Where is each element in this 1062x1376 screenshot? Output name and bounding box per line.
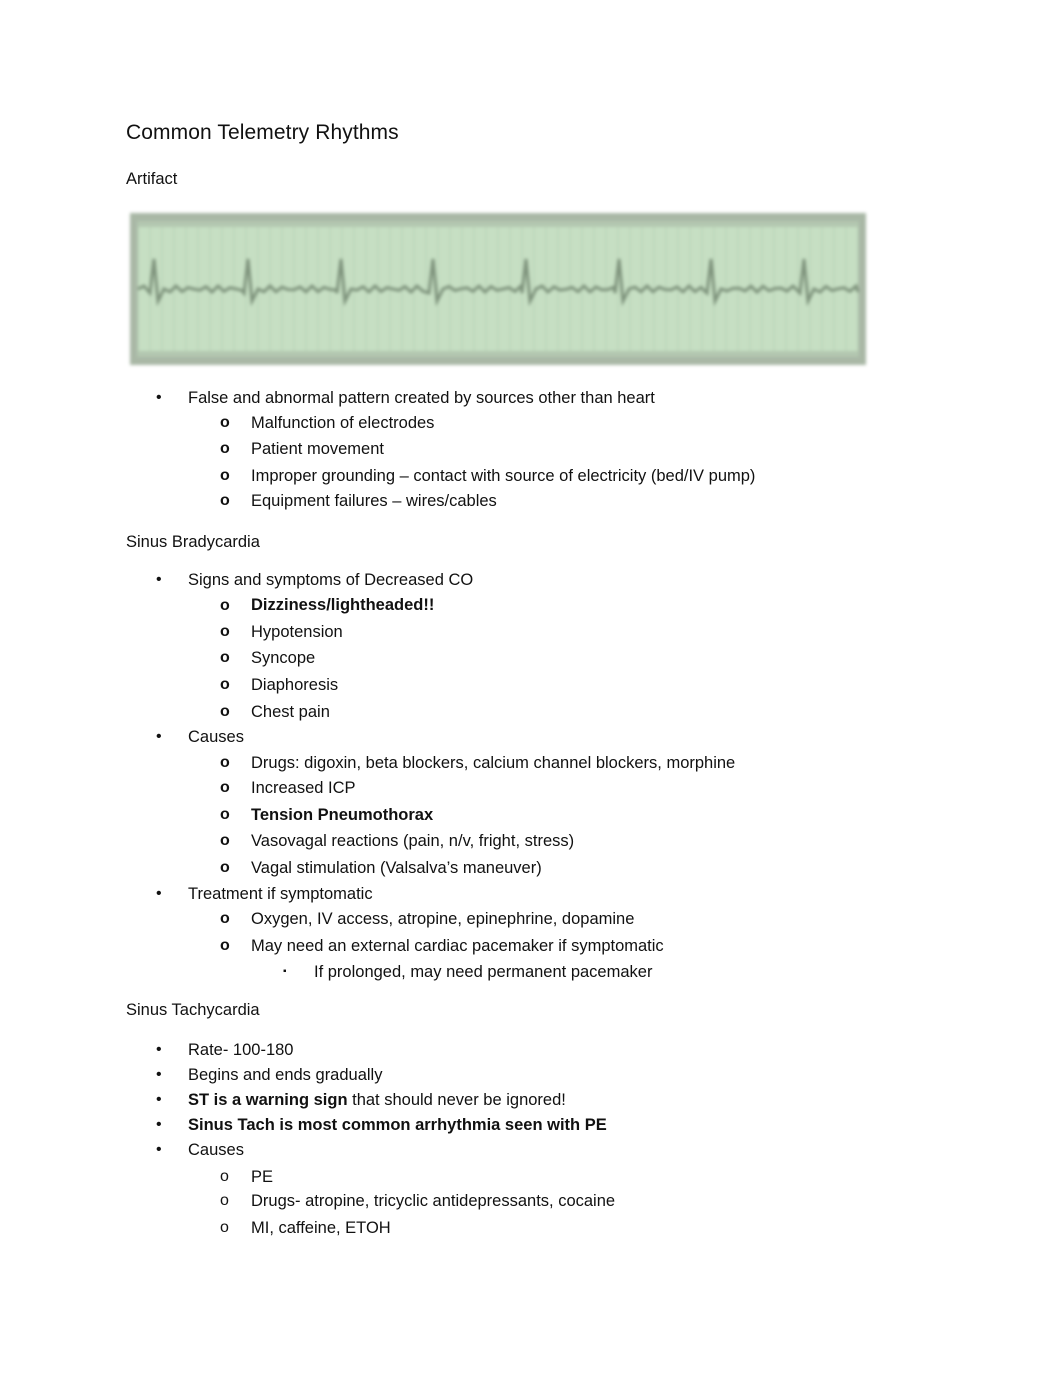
bullet-o-icon: o [220,467,230,484]
list-item: Improper grounding – contact with source… [251,467,756,485]
bullet-o-icon: o [220,623,230,640]
bullet-o-icon: o [220,1168,229,1185]
list-item: Treatment if symptomatic [188,885,373,903]
bold-text: ST is a warning sign [188,1091,348,1109]
bullet-o-icon: o [220,649,230,666]
bullet-o-icon: o [220,676,230,693]
section-heading-sinus-tachycardia: Sinus Tachycardia [126,1001,260,1019]
bullet-o-icon: o [220,440,230,457]
list-item: MI, caffeine, ETOH [251,1219,391,1237]
document-title: Common Telemetry Rhythms [126,121,399,144]
list-item: Dizziness/lightheaded!! [251,596,435,614]
list-item: Patient movement [251,440,384,458]
ecg-bottom-band [138,351,858,357]
list-item: Chest pain [251,703,330,721]
bullet-o-icon: o [220,754,230,771]
bullet-square-icon: ▪ [283,966,287,977]
list-item: False and abnormal pattern created by so… [188,389,655,407]
list-item: Vasovagal reactions (pain, n/v, fright, … [251,832,575,850]
list-item: Syncope [251,649,316,667]
list-item: Rate- 100-180 [188,1041,294,1059]
list-item: Causes [188,1141,244,1159]
bullet-o-icon: o [220,414,230,431]
bullet-o-icon: o [220,1219,229,1236]
list-item: May need an external cardiac pacemaker i… [251,937,664,955]
list-item: Drugs- atropine, tricyclic antidepressan… [251,1192,616,1210]
bullet-o-icon: o [220,859,230,876]
list-item: Diaphoresis [251,676,339,694]
section-heading-artifact: Artifact [126,170,178,188]
list-item: ST is a warning sign that should never b… [188,1091,566,1110]
bullet-dot-icon: • [156,728,162,745]
list-item: Hypotension [251,623,343,641]
list-item: Increased ICP [251,779,356,797]
bullet-o-icon: o [220,703,230,720]
bullet-dot-icon: • [156,1141,162,1158]
list-item: Vagal stimulation (Valsalva’s maneuver) [251,859,542,877]
list-item: Causes [188,728,244,746]
list-item: Sinus Tach is most common arrhythmia see… [188,1116,607,1134]
bullet-dot-icon: • [156,1066,162,1083]
bullet-o-icon: o [220,937,230,954]
list-item: Begins and ends gradually [188,1066,383,1084]
list-item: PE [251,1168,274,1186]
bullet-o-icon: o [220,910,230,927]
list-item: Equipment failures – wires/cables [251,492,497,510]
ecg-strip-image [130,213,866,365]
section-heading-sinus-bradycardia: Sinus Bradycardia [126,533,260,551]
list-item: Tension Pneumothorax [251,806,434,824]
bullet-dot-icon: • [156,1116,162,1133]
bullet-dot-icon: • [156,571,162,588]
list-item: Drugs: digoxin, beta blockers, calcium c… [251,754,736,772]
bullet-o-icon: o [220,779,230,796]
bullet-o-icon: o [220,1192,229,1209]
bullet-o-icon: o [220,597,230,614]
bullet-dot-icon: • [156,1091,162,1108]
bullet-o-icon: o [220,492,230,509]
list-item: Signs and symptoms of Decreased CO [188,571,474,589]
list-item: Oxygen, IV access, atropine, epinephrine… [251,910,635,928]
ecg-top-band [138,221,858,227]
bullet-o-icon: o [220,806,230,823]
bullet-dot-icon: • [156,885,162,902]
bullet-dot-icon: • [156,389,162,406]
bullet-dot-icon: • [156,1041,162,1058]
list-item: Malfunction of electrodes [251,414,435,432]
list-item: If prolonged, may need permanent pacemak… [314,963,653,981]
regular-text: that should never be ignored! [347,1091,566,1109]
bullet-o-icon: o [220,832,230,849]
